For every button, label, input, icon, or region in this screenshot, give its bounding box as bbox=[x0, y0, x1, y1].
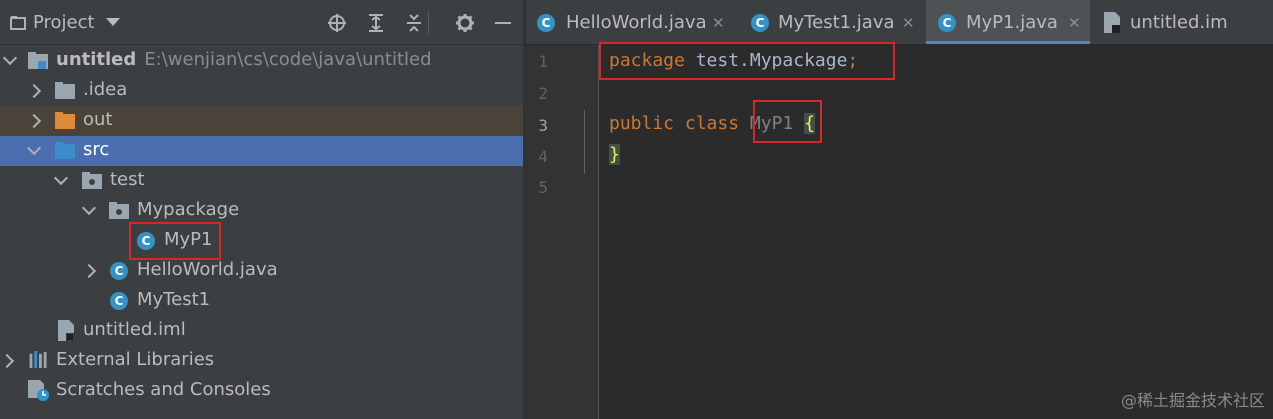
tree-item-test[interactable]: test bbox=[0, 166, 523, 196]
class-icon: C bbox=[110, 292, 128, 310]
chevron-right-icon[interactable] bbox=[0, 353, 15, 369]
tree-item-label: Scratches and Consoles bbox=[56, 379, 271, 400]
tab-mytest1[interactable]: C MyTest1.java ✕ bbox=[740, 0, 924, 44]
chevron-down-icon[interactable] bbox=[26, 140, 42, 156]
tree-item-label: HelloWorld.java bbox=[137, 259, 278, 280]
tree-item-label: External Libraries bbox=[56, 349, 215, 370]
root-name: untitled bbox=[56, 49, 137, 70]
project-panel: Project untitled E:\wenjian\cs\code\java… bbox=[0, 0, 523, 419]
project-view-icon bbox=[10, 16, 26, 30]
chevron-right-icon[interactable] bbox=[26, 113, 42, 129]
class-icon: C bbox=[938, 14, 956, 32]
tree-item-untitled[interactable]: untitled E:\wenjian\cs\code\java\untitled bbox=[0, 46, 523, 76]
line-number: 2 bbox=[538, 84, 548, 103]
iml-file-icon bbox=[1104, 12, 1120, 33]
scratches-icon bbox=[28, 380, 49, 401]
iml-file-icon bbox=[58, 320, 74, 341]
package-icon bbox=[109, 202, 129, 219]
line-number: 5 bbox=[538, 178, 548, 197]
header-separator bbox=[428, 12, 429, 34]
tree-item-iml[interactable]: untitled.iml bbox=[0, 316, 523, 346]
chevron-down-icon[interactable] bbox=[106, 18, 120, 26]
line-number: 3 bbox=[538, 116, 548, 135]
tab-label: HelloWorld.java bbox=[566, 12, 707, 33]
tree-item-label: Mypackage bbox=[137, 199, 240, 220]
chevron-down-icon[interactable] bbox=[2, 50, 18, 66]
chevron-down-icon[interactable] bbox=[81, 200, 97, 216]
keyword: public bbox=[609, 113, 675, 134]
tree-item-label: src bbox=[83, 139, 110, 160]
tree-item-out[interactable]: out bbox=[0, 106, 523, 136]
tree-item-helloworld[interactable]: C HelloWorld.java bbox=[0, 256, 523, 286]
gear-icon[interactable] bbox=[455, 13, 475, 33]
module-folder-icon bbox=[28, 52, 48, 69]
chevron-down-icon[interactable] bbox=[53, 170, 69, 186]
line-number: 4 bbox=[538, 147, 548, 166]
line-number: 1 bbox=[538, 52, 548, 71]
tree-item-external-libraries[interactable]: External Libraries bbox=[0, 346, 523, 376]
watermark: @稀土掘金技术社区 bbox=[1120, 391, 1265, 410]
tree-item-myp1[interactable]: C MyP1 bbox=[0, 226, 523, 256]
tree-item-label: MyTest1 bbox=[137, 289, 211, 310]
tab-untitled-iml[interactable]: untitled.im bbox=[1092, 0, 1273, 44]
close-icon[interactable]: ✕ bbox=[902, 16, 915, 31]
tab-label: untitled.im bbox=[1130, 12, 1228, 33]
tree-item-mytest1[interactable]: C MyTest1 bbox=[0, 286, 523, 316]
tab-label: MyTest1.java bbox=[778, 12, 895, 33]
gutter-separator bbox=[598, 45, 599, 419]
chevron-right-icon[interactable] bbox=[81, 263, 97, 279]
tree-item-scratches[interactable]: Scratches and Consoles bbox=[0, 376, 523, 406]
class-icon: C bbox=[110, 262, 128, 280]
fold-guide bbox=[584, 110, 585, 174]
expand-all-icon[interactable] bbox=[366, 13, 386, 33]
highlight-box-package bbox=[599, 42, 895, 80]
folder-icon bbox=[55, 82, 75, 99]
highlight-box-classname bbox=[753, 100, 822, 143]
tab-helloworld[interactable]: C HelloWorld.java ✕ bbox=[526, 0, 736, 44]
package-icon bbox=[82, 172, 102, 189]
keyword: class bbox=[684, 113, 740, 134]
collapse-all-icon[interactable] bbox=[404, 13, 424, 33]
tab-label: MyP1.java bbox=[966, 12, 1058, 33]
close-icon[interactable]: ✕ bbox=[1068, 16, 1081, 31]
tree-item-label: .idea bbox=[83, 79, 128, 100]
class-icon: C bbox=[751, 14, 769, 32]
minimize-icon[interactable] bbox=[493, 13, 513, 33]
tree-item-label: untitled E:\wenjian\cs\code\java\untitled bbox=[56, 49, 432, 70]
tab-myp1[interactable]: C MyP1.java ✕ bbox=[926, 0, 1090, 44]
locate-icon[interactable] bbox=[327, 13, 347, 33]
chevron-right-icon[interactable] bbox=[26, 83, 42, 99]
class-icon: C bbox=[537, 14, 555, 32]
tree-item-label: test bbox=[110, 169, 145, 190]
tree-item-label: out bbox=[83, 109, 113, 130]
editor-tabs: C HelloWorld.java ✕ C MyTest1.java ✕ C M… bbox=[526, 0, 1273, 44]
close-icon[interactable]: ✕ bbox=[712, 16, 725, 31]
tree-item-label: untitled.iml bbox=[83, 319, 186, 340]
code-line-4[interactable]: } bbox=[609, 144, 620, 165]
library-icon bbox=[29, 351, 47, 368]
tree-item-src[interactable]: src bbox=[0, 136, 523, 166]
source-folder-icon bbox=[55, 142, 75, 159]
tree-item-idea[interactable]: .idea bbox=[0, 76, 523, 106]
tree-item-mypackage[interactable]: Mypackage bbox=[0, 196, 523, 226]
close-brace: } bbox=[609, 144, 620, 165]
root-path: E:\wenjian\cs\code\java\untitled bbox=[144, 49, 432, 70]
project-panel-header: Project bbox=[0, 0, 523, 45]
project-panel-title[interactable]: Project bbox=[33, 12, 95, 33]
highlight-box-myp1 bbox=[129, 222, 221, 260]
excluded-folder-icon bbox=[55, 112, 75, 129]
